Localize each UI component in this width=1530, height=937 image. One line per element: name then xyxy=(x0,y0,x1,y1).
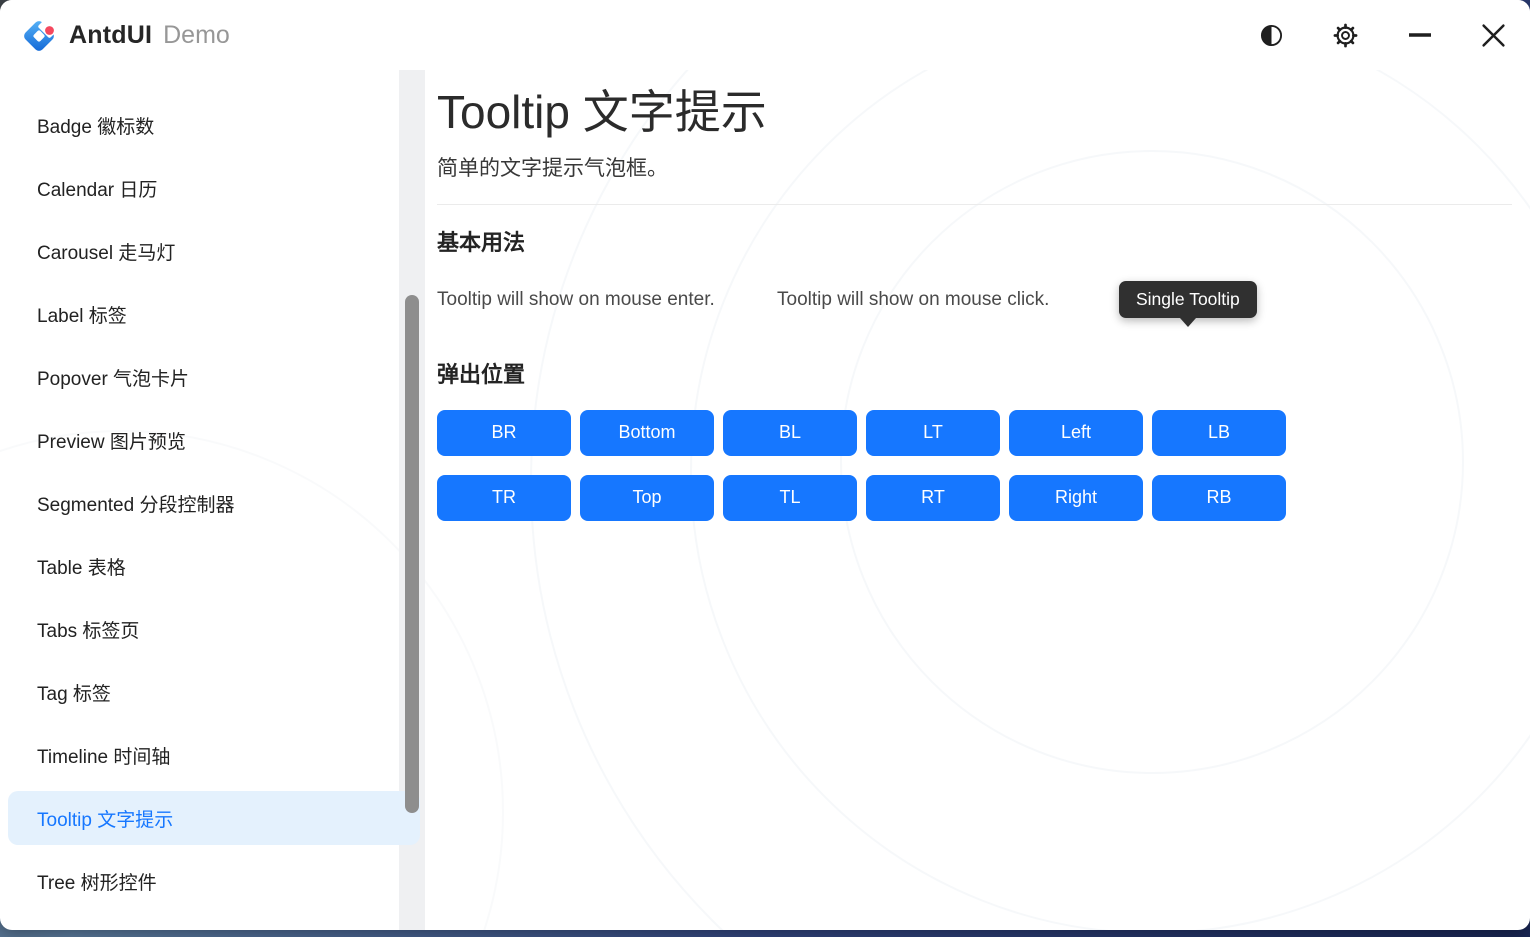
placement-buttons-row-1: BR Bottom BL LT Left LB xyxy=(437,410,1512,456)
section-heading-placement: 弹出位置 xyxy=(437,357,1512,389)
sidebar-item-label[interactable]: Label 标签 xyxy=(8,287,420,341)
app-title-product: Demo xyxy=(163,21,230,50)
sidebar-item-timeline[interactable]: Timeline 时间轴 xyxy=(8,728,420,782)
single-tooltip-popup: Single Tooltip xyxy=(1119,281,1257,318)
minimize-icon xyxy=(1407,22,1433,48)
placement-button-left[interactable]: Left xyxy=(1009,410,1143,456)
close-icon xyxy=(1481,23,1506,48)
placement-button-tr[interactable]: TR xyxy=(437,475,571,521)
page-subtitle: 简单的文字提示气泡框。 xyxy=(437,152,1512,182)
tooltip-demo-row: Tooltip will show on mouse enter. Toolti… xyxy=(437,289,1512,311)
half-circle-icon xyxy=(1259,23,1284,48)
tooltip-demo-click-text[interactable]: Tooltip will show on mouse click. xyxy=(777,289,1049,311)
placement-button-rb[interactable]: RB xyxy=(1152,475,1286,521)
minimize-button[interactable] xyxy=(1399,15,1440,56)
window-controls xyxy=(1251,0,1514,70)
placement-button-bottom[interactable]: Bottom xyxy=(580,410,714,456)
placement-button-right[interactable]: Right xyxy=(1009,475,1143,521)
antdui-logo-icon xyxy=(20,17,58,55)
placement-button-lb[interactable]: LB xyxy=(1152,410,1286,456)
sidebar-item-tabs[interactable]: Tabs 标签页 xyxy=(8,602,420,656)
app-window: AntdUI Demo xyxy=(0,0,1530,930)
close-button[interactable] xyxy=(1473,15,1514,56)
sidebar-scrollbar-thumb[interactable] xyxy=(405,295,419,813)
divider xyxy=(437,204,1512,205)
tooltip-demo-enter-text[interactable]: Tooltip will show on mouse enter. xyxy=(437,289,777,311)
section-heading-basic: 基本用法 xyxy=(437,225,1512,257)
sidebar-item-table[interactable]: Table 表格 xyxy=(8,539,420,593)
sidebar-item-calendar[interactable]: Calendar 日历 xyxy=(8,161,420,215)
placement-buttons-row-2: TR Top TL RT Right RB xyxy=(437,475,1512,521)
gear-icon xyxy=(1332,22,1359,49)
sidebar-item-popover[interactable]: Popover 气泡卡片 xyxy=(8,350,420,404)
sidebar-item-carousel[interactable]: Carousel 走马灯 xyxy=(8,224,420,278)
app-title-brand: AntdUI xyxy=(69,21,152,50)
placement-button-top[interactable]: Top xyxy=(580,475,714,521)
sidebar: Badge 徽标数 Calendar 日历 Carousel 走马灯 Label… xyxy=(0,70,432,930)
placement-button-br[interactable]: BR xyxy=(437,410,571,456)
placement-button-rt[interactable]: RT xyxy=(866,475,1000,521)
sidebar-item-segmented[interactable]: Segmented 分段控制器 xyxy=(8,476,420,530)
sidebar-item-preview[interactable]: Preview 图片预览 xyxy=(8,413,420,467)
placement-button-tl[interactable]: TL xyxy=(723,475,857,521)
page-title: Tooltip 文字提示 xyxy=(437,86,1512,139)
sidebar-item-tooltip[interactable]: Tooltip 文字提示 xyxy=(8,791,420,845)
placement-button-bl[interactable]: BL xyxy=(723,410,857,456)
sidebar-item-tree[interactable]: Tree 树形控件 xyxy=(8,854,420,908)
settings-button[interactable] xyxy=(1325,15,1366,56)
titlebar: AntdUI Demo xyxy=(0,0,1530,70)
sidebar-item-tag[interactable]: Tag 标签 xyxy=(8,665,420,719)
theme-toggle-button[interactable] xyxy=(1251,15,1292,56)
sidebar-item-badge[interactable]: Badge 徽标数 xyxy=(8,98,420,152)
placement-button-lt[interactable]: LT xyxy=(866,410,1000,456)
main-content: Tooltip 文字提示 简单的文字提示气泡框。 基本用法 Tooltip wi… xyxy=(437,70,1512,930)
